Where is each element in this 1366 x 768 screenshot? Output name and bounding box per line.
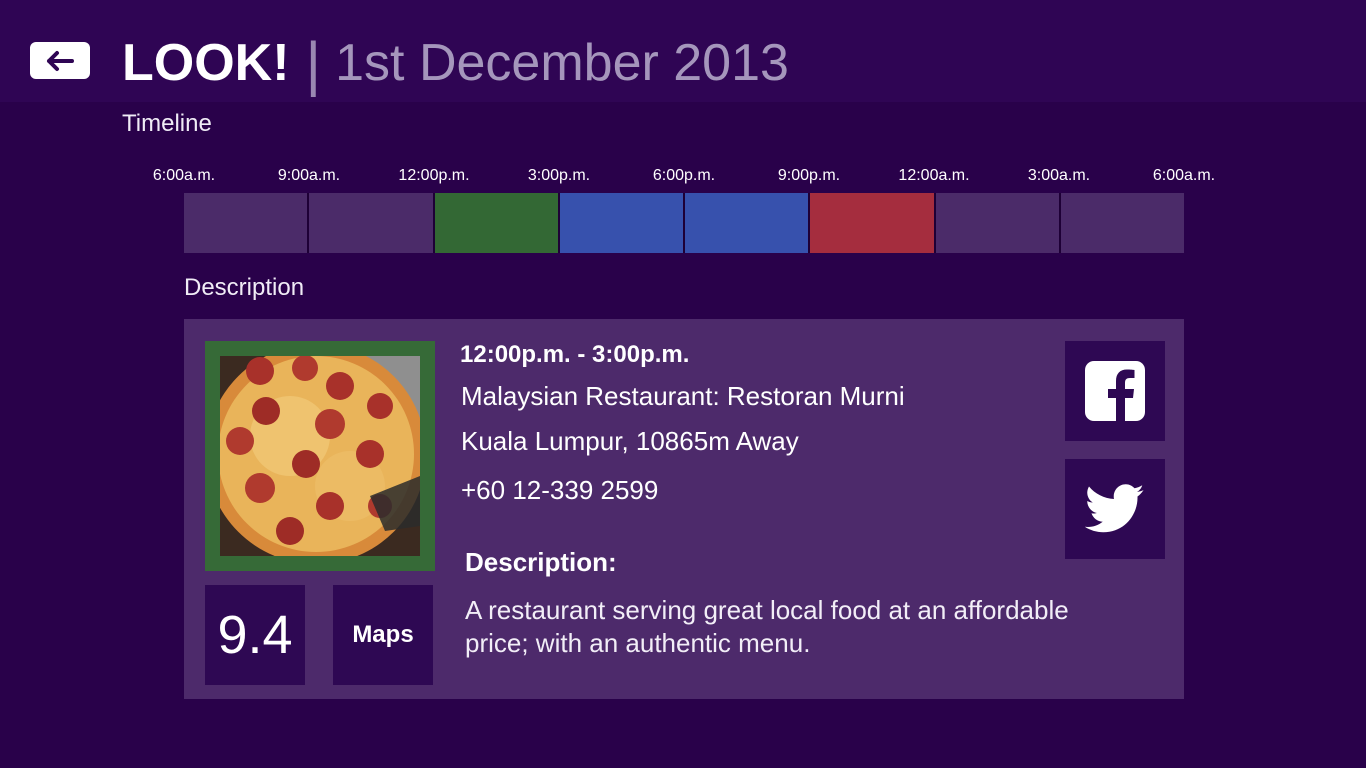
maps-button[interactable]: Maps bbox=[333, 585, 433, 685]
place-phone: +60 12-339 2599 bbox=[461, 475, 659, 505]
timeline-tick: 6:00p.m. bbox=[652, 167, 716, 184]
facebook-icon bbox=[1085, 361, 1145, 421]
page-date: 1st December 2013 bbox=[335, 34, 789, 92]
description-heading: Description bbox=[184, 274, 305, 301]
event-time-range: 12:00p.m. - 3:00p.m. bbox=[460, 341, 690, 368]
pizza-photo bbox=[220, 356, 420, 556]
twitter-icon bbox=[1085, 484, 1144, 533]
timeline-slot-3pm[interactable] bbox=[559, 193, 685, 253]
maps-label: Maps bbox=[352, 621, 414, 648]
rating-tile: 9.4 bbox=[205, 585, 305, 685]
page-title: LOOK! | 1st December 2013 bbox=[122, 28, 789, 98]
description-title: Description: bbox=[465, 547, 617, 577]
timeline-slot-6pm[interactable] bbox=[685, 193, 811, 253]
app-title: LOOK! bbox=[122, 34, 290, 92]
timeline-slot-12am[interactable] bbox=[935, 193, 1061, 253]
timeline-tick: 6:00a.m. bbox=[152, 167, 216, 184]
app-header: LOOK! | 1st December 2013 bbox=[0, 0, 1366, 102]
description-text: A restaurant serving great local food at… bbox=[465, 595, 1069, 658]
timeline-tick: 6:00a.m. bbox=[1152, 167, 1216, 184]
title-separator: | bbox=[305, 29, 322, 97]
timeline-bar bbox=[184, 193, 1184, 253]
timeline-tick: 9:00p.m. bbox=[777, 167, 841, 184]
twitter-share-button[interactable] bbox=[1065, 459, 1165, 559]
timeline-slot-9am[interactable] bbox=[309, 193, 435, 253]
timeline-slot-6am[interactable] bbox=[184, 193, 310, 253]
event-detail-card: 9.4 Maps 12:00p.m. - 3:00p.m. Malaysian … bbox=[184, 319, 1184, 699]
back-button[interactable] bbox=[30, 42, 90, 79]
photo-frame bbox=[205, 341, 435, 571]
timeline-heading: Timeline bbox=[122, 110, 212, 137]
rating-value: 9.4 bbox=[217, 605, 293, 665]
place-name: Malaysian Restaurant: Restoran Murni bbox=[461, 381, 905, 411]
timeline-slot-12pm[interactable] bbox=[434, 193, 560, 253]
facebook-share-button[interactable] bbox=[1065, 341, 1165, 441]
timeline-tick: 3:00a.m. bbox=[1027, 167, 1091, 184]
timeline-tick: 9:00a.m. bbox=[277, 167, 341, 184]
place-location: Kuala Lumpur, 10865m Away bbox=[461, 426, 799, 456]
timeline-tick: 12:00a.m. bbox=[898, 167, 970, 184]
timeline-tick: 12:00p.m. bbox=[398, 167, 470, 184]
timeline-slot-3am[interactable] bbox=[1060, 193, 1184, 253]
back-arrow-icon bbox=[47, 50, 74, 71]
timeline-tick: 3:00p.m. bbox=[527, 167, 591, 184]
timeline-slot-9pm[interactable] bbox=[810, 193, 936, 253]
